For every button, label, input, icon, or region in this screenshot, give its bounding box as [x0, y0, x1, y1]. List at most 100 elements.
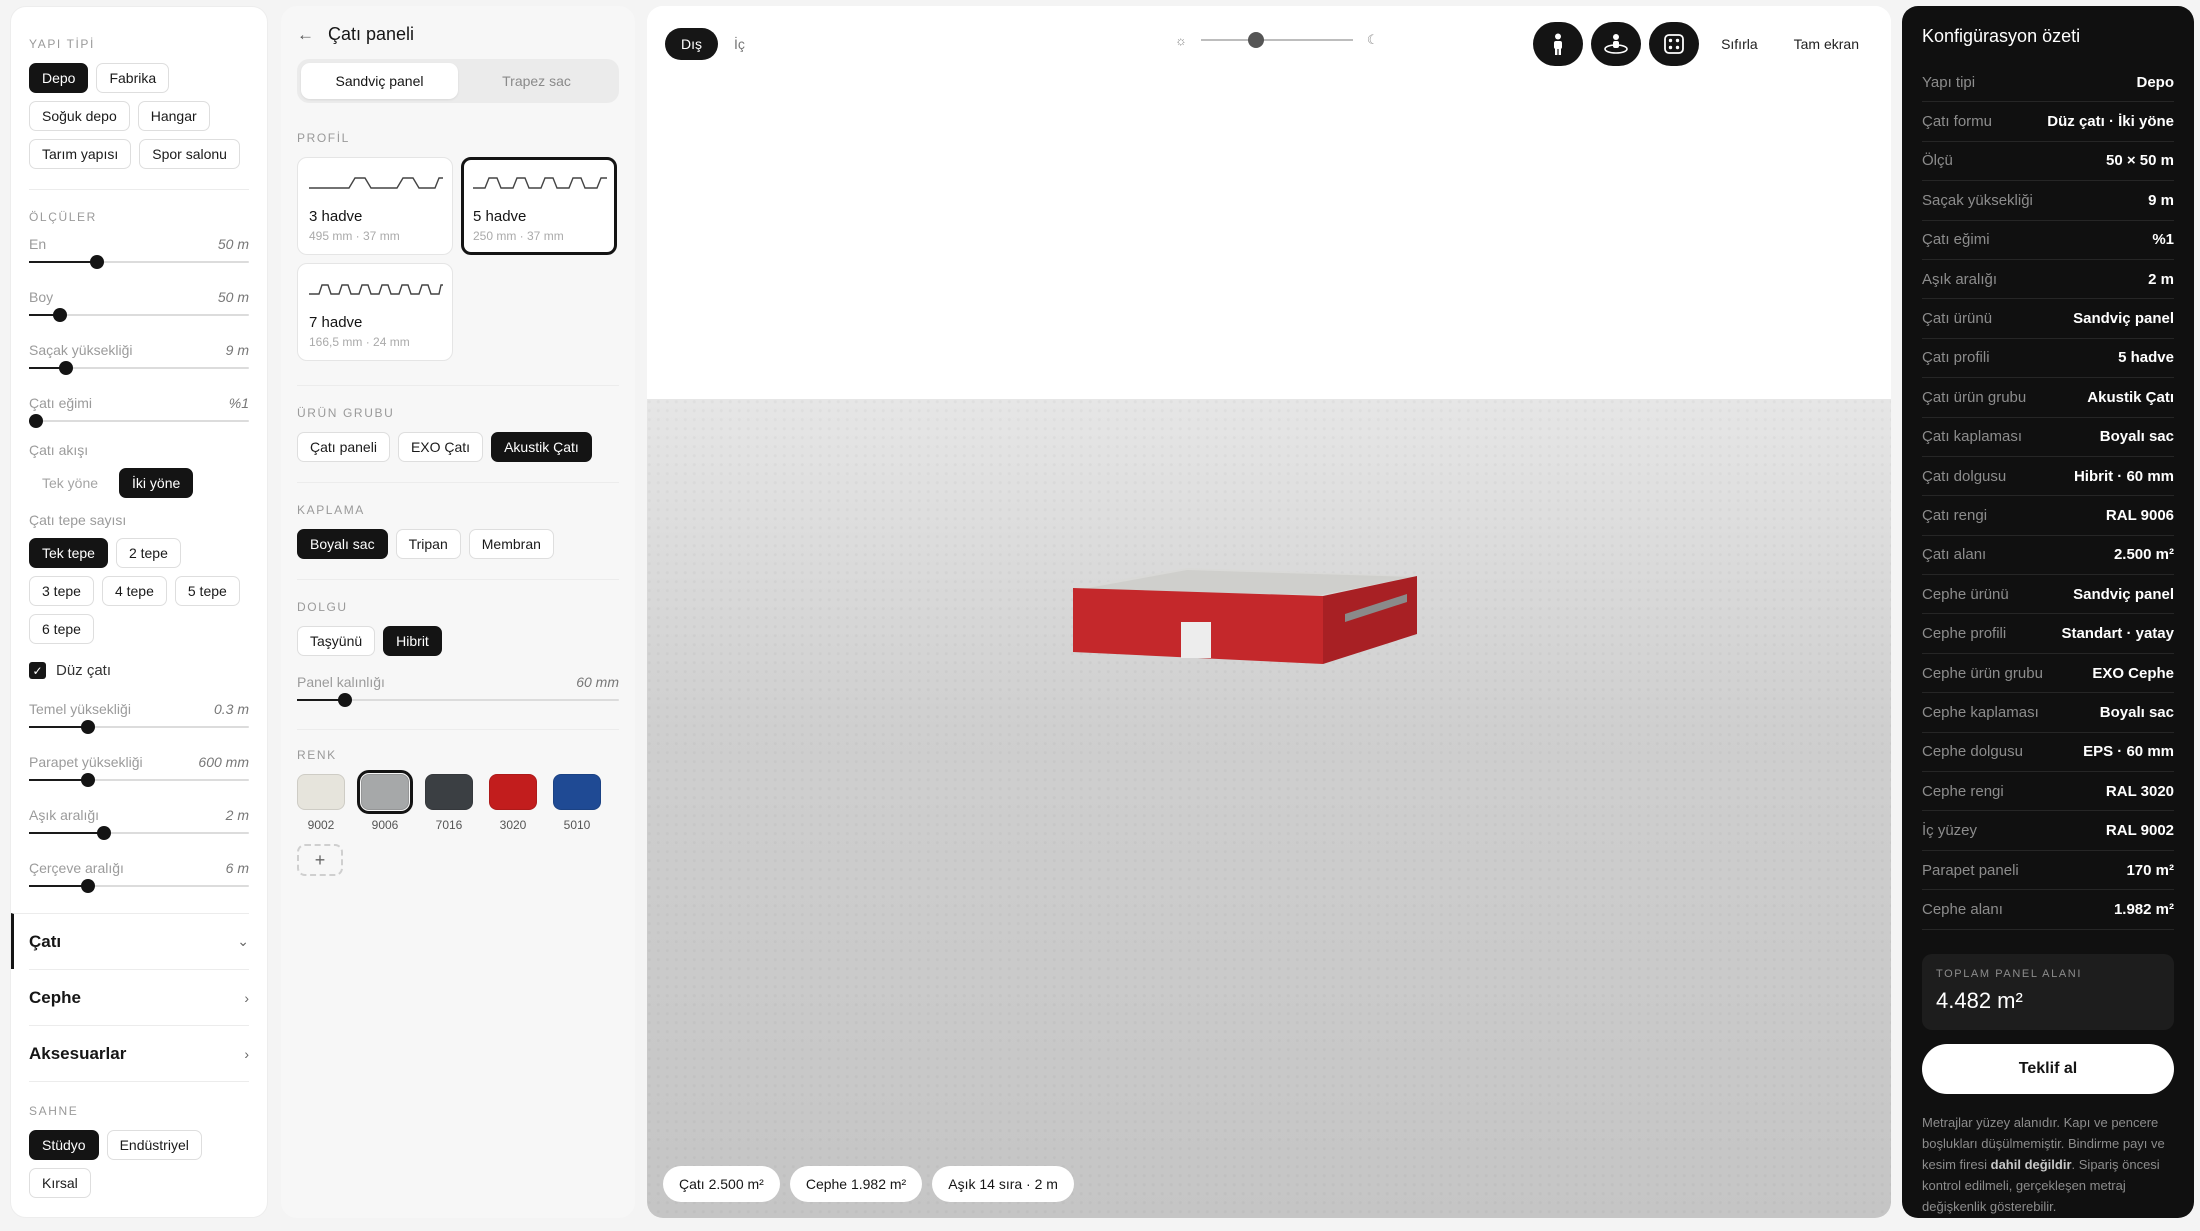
chip-akustik-cati[interactable]: Akustik Çatı [491, 432, 592, 462]
segment-trapez[interactable]: Trapez sac [458, 63, 615, 99]
fill-chips: Taşyünü Hibrit [297, 626, 619, 656]
summary-key: Cephe alanı [1922, 900, 2003, 918]
summary-key: Saçak yüksekliği [1922, 191, 2033, 209]
summary-key: Aşık aralığı [1922, 270, 1998, 288]
summary-value: 170 m² [2126, 861, 2174, 879]
light-slider[interactable] [1200, 32, 1353, 48]
slider-handle[interactable] [52, 308, 67, 322]
chip-boyali-sac[interactable]: Boyalı sac [297, 529, 388, 559]
chip-hangar[interactable]: Hangar [137, 101, 210, 131]
section-aksesuarlar-label: Aksesuarlar [29, 1043, 127, 1063]
chip-6-tepe[interactable]: 6 tepe [29, 614, 94, 644]
summary-key: Çatı profili [1922, 349, 1990, 367]
orbit-icon[interactable] [1591, 22, 1642, 66]
swatch-7016[interactable]: 7016 [425, 774, 473, 832]
chip-tripan[interactable]: Tripan [395, 529, 461, 559]
chip-2-tepe[interactable]: 2 tepe [115, 538, 181, 568]
slider-handle[interactable] [81, 879, 96, 893]
person-icon[interactable] [1533, 22, 1584, 66]
slider-track[interactable] [29, 308, 249, 322]
dims-title: ÖLÇÜLER [29, 210, 97, 224]
editor-title: Çatı paneli [328, 24, 415, 44]
slider-label: Çerçeve aralığı [29, 860, 124, 876]
structure-chips: Depo Fabrika Soğuk depo Hangar Tarım yap… [29, 63, 249, 169]
slider-track[interactable] [29, 879, 249, 893]
chip-iki-yone[interactable]: İki yöne [119, 468, 194, 498]
swatch-9006[interactable]: 9006 [357, 770, 413, 832]
add-color-button[interactable]: + [297, 844, 343, 876]
profile-card-7[interactable]: 7 hadve 166,5 mm · 24 mm [297, 263, 453, 361]
summary-value: Hibrit · 60 mm [2073, 467, 2174, 485]
slider-handle[interactable] [81, 773, 96, 787]
chip-exo-cati[interactable]: EXO Çatı [397, 432, 484, 462]
profile-card-5[interactable]: 5 hadve 250 mm · 37 mm [461, 157, 617, 255]
segment-sandvic[interactable]: Sandviç panel [301, 63, 458, 99]
slider-handle[interactable] [90, 255, 105, 269]
chip-cati-paneli[interactable]: Çatı paneli [297, 432, 390, 462]
slider-value: 9 m [225, 342, 249, 358]
chip-membran[interactable]: Membran [468, 529, 554, 559]
3d-viewport[interactable]: Dış İç Sıfırla Tam ekran ☼ ☾ Çatı 2.500 … [647, 6, 1891, 1218]
chevron-right-icon: › [244, 989, 249, 1006]
request-quote-button[interactable]: Teklif al [1922, 1043, 2174, 1094]
swatch-3020[interactable]: 3020 [489, 774, 537, 832]
swatch-9002[interactable]: 9002 [297, 774, 345, 832]
coating-chips: Boyalı sac Tripan Membran [297, 529, 619, 559]
tab-dis[interactable]: Dış [665, 28, 718, 60]
thickness-track[interactable] [297, 693, 619, 707]
group-chips: Çatı paneli EXO Çatı Akustik Çatı [297, 432, 619, 462]
chip-tek-yone[interactable]: Tek yöne [29, 468, 111, 498]
chip-studyo[interactable]: Stüdyo [29, 1130, 99, 1160]
slider-track[interactable] [29, 773, 249, 787]
slider-handle[interactable] [81, 720, 96, 734]
section-cephe[interactable]: Cephe › [29, 969, 249, 1025]
slider-handle[interactable] [59, 361, 74, 375]
chip-tasyunu[interactable]: Taşyünü [297, 626, 376, 656]
chip-4-tepe[interactable]: 4 tepe [101, 576, 167, 606]
slider-track[interactable] [29, 720, 249, 734]
summary-row-yapi-tipi: Yapı tipi Depo [1922, 63, 2174, 103]
slider-fill [29, 261, 98, 263]
badge-facade-area: Cephe 1.982 m² [789, 1166, 923, 1202]
slider-track[interactable] [29, 255, 249, 269]
swatch-color [489, 774, 537, 810]
dice-icon[interactable] [1649, 22, 1700, 66]
swatch-5010[interactable]: 5010 [553, 774, 601, 832]
tab-ic[interactable]: İç [718, 28, 761, 60]
building-model[interactable] [1073, 558, 1427, 670]
chip-tek-tepe[interactable]: Tek tepe [29, 538, 108, 568]
chip-endustriyel[interactable]: Endüstriyel [106, 1130, 202, 1160]
slider-track[interactable] [28, 414, 249, 428]
fullscreen-button[interactable]: Tam ekran [1779, 27, 1873, 61]
back-arrow-icon[interactable]: ← [297, 25, 314, 45]
slider-sacak-yuksekligi: Saçak yüksekliği 9 m [29, 342, 249, 375]
chip-kirsal[interactable]: Kırsal [29, 1168, 91, 1198]
section-cephe-label: Cephe [29, 987, 81, 1007]
slider-handle[interactable] [96, 826, 111, 840]
summary-key: Çatı alanı [1922, 546, 1987, 564]
light-slider-handle[interactable] [1247, 32, 1264, 48]
chip-fabrika[interactable]: Fabrika [96, 63, 170, 93]
summary-value: Boyalı sac [2099, 703, 2174, 721]
chip-hibrit[interactable]: Hibrit [383, 626, 442, 656]
thickness-handle[interactable] [338, 693, 353, 707]
summary-rows: Yapı tipi Depo Çatı formu Düz çatı · İki yö… [1922, 63, 2174, 930]
slider-label: Saçak yüksekliği [29, 342, 133, 358]
reset-button[interactable]: Sıfırla [1707, 27, 1772, 61]
section-cati[interactable]: Çatı ⌄ [11, 913, 249, 969]
chip-spor[interactable]: Spor salonu [139, 139, 240, 169]
summary-value: RAL 3020 [2105, 782, 2174, 800]
slider-track[interactable] [29, 361, 249, 375]
section-aksesuarlar[interactable]: Aksesuarlar › [29, 1025, 249, 1081]
chip-depo[interactable]: Depo [29, 63, 89, 93]
summary-row-cephe-rengi: Cephe rengi RAL 3020 [1922, 772, 2174, 812]
chip-tarim[interactable]: Tarım yapısı [29, 139, 132, 169]
slider-handle[interactable] [28, 414, 43, 428]
slider-track[interactable] [29, 826, 249, 840]
profile-card-3[interactable]: 3 hadve 495 mm · 37 mm [297, 157, 453, 255]
chip-3-tepe[interactable]: 3 tepe [29, 576, 94, 606]
flat-roof-checkbox[interactable]: ✓ Düz çatı [29, 662, 249, 679]
chip-5-tepe[interactable]: 5 tepe [174, 576, 240, 606]
divider [297, 729, 619, 730]
chip-soguk-depo[interactable]: Soğuk depo [29, 101, 130, 131]
